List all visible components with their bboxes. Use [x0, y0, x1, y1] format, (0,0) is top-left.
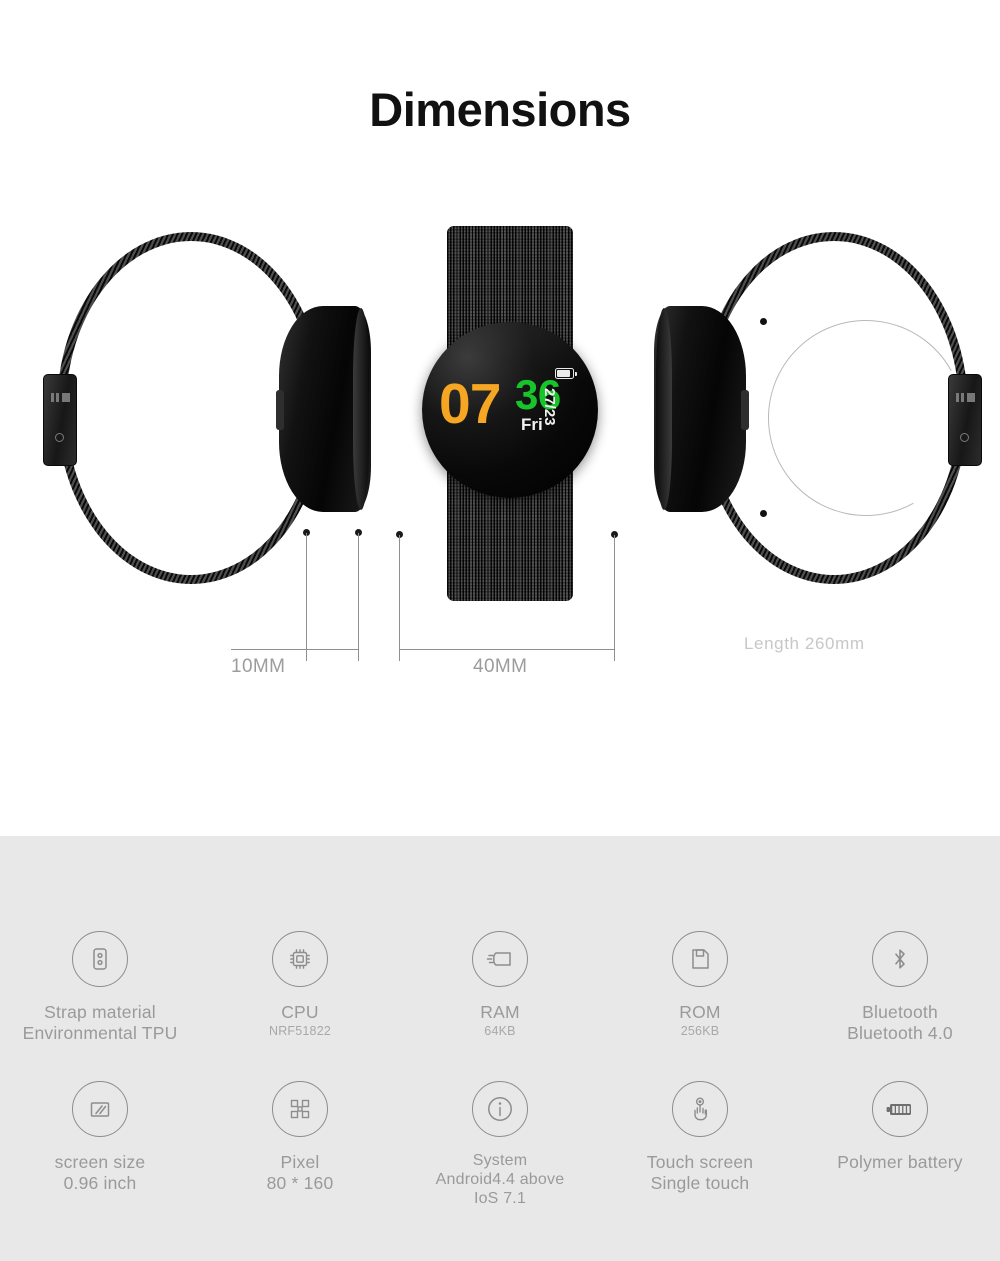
spec-label-line3: IoS 7.1: [473, 1189, 527, 1207]
spec-label-line1: screen size: [54, 1152, 146, 1172]
spec-label-line1: Touch screen: [646, 1152, 754, 1172]
battery-full-icon: [872, 1081, 928, 1137]
spec-ram: RAM 64KB: [400, 931, 600, 1043]
dim-leader-thickness-left: [306, 533, 307, 661]
spec-label-sub: 256KB: [680, 1023, 720, 1038]
spec-label-line1: Strap material: [44, 1002, 156, 1022]
spec-rom: ROM 256KB: [600, 931, 800, 1043]
spec-label-line1: CPU: [281, 1002, 319, 1022]
dim-line-diameter: [399, 649, 614, 650]
spec-cpu: CPU NRF51822: [200, 931, 400, 1043]
spec-label-line1: RAM: [480, 1002, 520, 1022]
dim-leader-diameter-right: [614, 535, 615, 661]
spec-pixel: Pixel 80 * 160: [200, 1081, 400, 1209]
spec-label-sub: NRF51822: [268, 1023, 332, 1038]
dimensions-section: Dimensions 07 36 Fri 27/23: [0, 0, 1000, 836]
spec-label-sub: 64KB: [484, 1023, 516, 1038]
dim-leader-diameter-left: [399, 535, 400, 661]
spec-label-line1: System: [472, 1152, 528, 1169]
spec-strap-material: Strap material Environmental TPU: [0, 931, 200, 1043]
info-circle-icon: [472, 1081, 528, 1137]
spec-label-line1: Pixel: [280, 1152, 320, 1172]
spec-label-line1: ROM: [679, 1002, 721, 1022]
dim-label-diameter: 40MM: [473, 656, 528, 677]
dim-line-thickness: [231, 649, 358, 650]
spec-label-line2: Single touch: [650, 1172, 750, 1193]
touch-hand-icon: [672, 1081, 728, 1137]
spec-row-1: Strap material Environmental TPU CPU NRF…: [0, 931, 1000, 1043]
screen-icon: [72, 1081, 128, 1137]
spec-row-2: screen size 0.96 inch Pixel 80 * 160 Sys…: [0, 1081, 1000, 1209]
spec-bluetooth: Bluetooth Bluetooth 4.0: [800, 931, 1000, 1043]
spec-system: System Android4.4 above IoS 7.1: [400, 1081, 600, 1209]
spec-label-line2: 80 * 160: [266, 1172, 334, 1193]
rom-floppy-icon: [672, 931, 728, 987]
ram-icon: [472, 931, 528, 987]
spec-screen-size: screen size 0.96 inch: [0, 1081, 200, 1209]
spec-label-line2: 0.96 inch: [63, 1172, 137, 1193]
strap-icon: [72, 931, 128, 987]
spec-polymer-battery: Polymer battery: [800, 1081, 1000, 1209]
spec-label-line1: Polymer battery: [837, 1152, 963, 1172]
spec-label-line2: Environmental TPU: [22, 1022, 178, 1043]
spec-label-line1: Bluetooth: [862, 1002, 938, 1022]
pixel-grid-icon: [272, 1081, 328, 1137]
spec-touch-screen: Touch screen Single touch: [600, 1081, 800, 1209]
cpu-chip-icon: [272, 931, 328, 987]
dim-leader-thickness-right: [358, 533, 359, 661]
bluetooth-icon: [872, 931, 928, 987]
spec-label-line2: Android4.4 above: [435, 1170, 565, 1188]
dimension-annotations: 10MM 40MM: [0, 0, 1000, 836]
spec-label-line2: Bluetooth 4.0: [847, 1022, 953, 1043]
dim-label-thickness: 10MM: [231, 656, 286, 677]
specifications-section: Strap material Environmental TPU CPU NRF…: [0, 836, 1000, 1261]
